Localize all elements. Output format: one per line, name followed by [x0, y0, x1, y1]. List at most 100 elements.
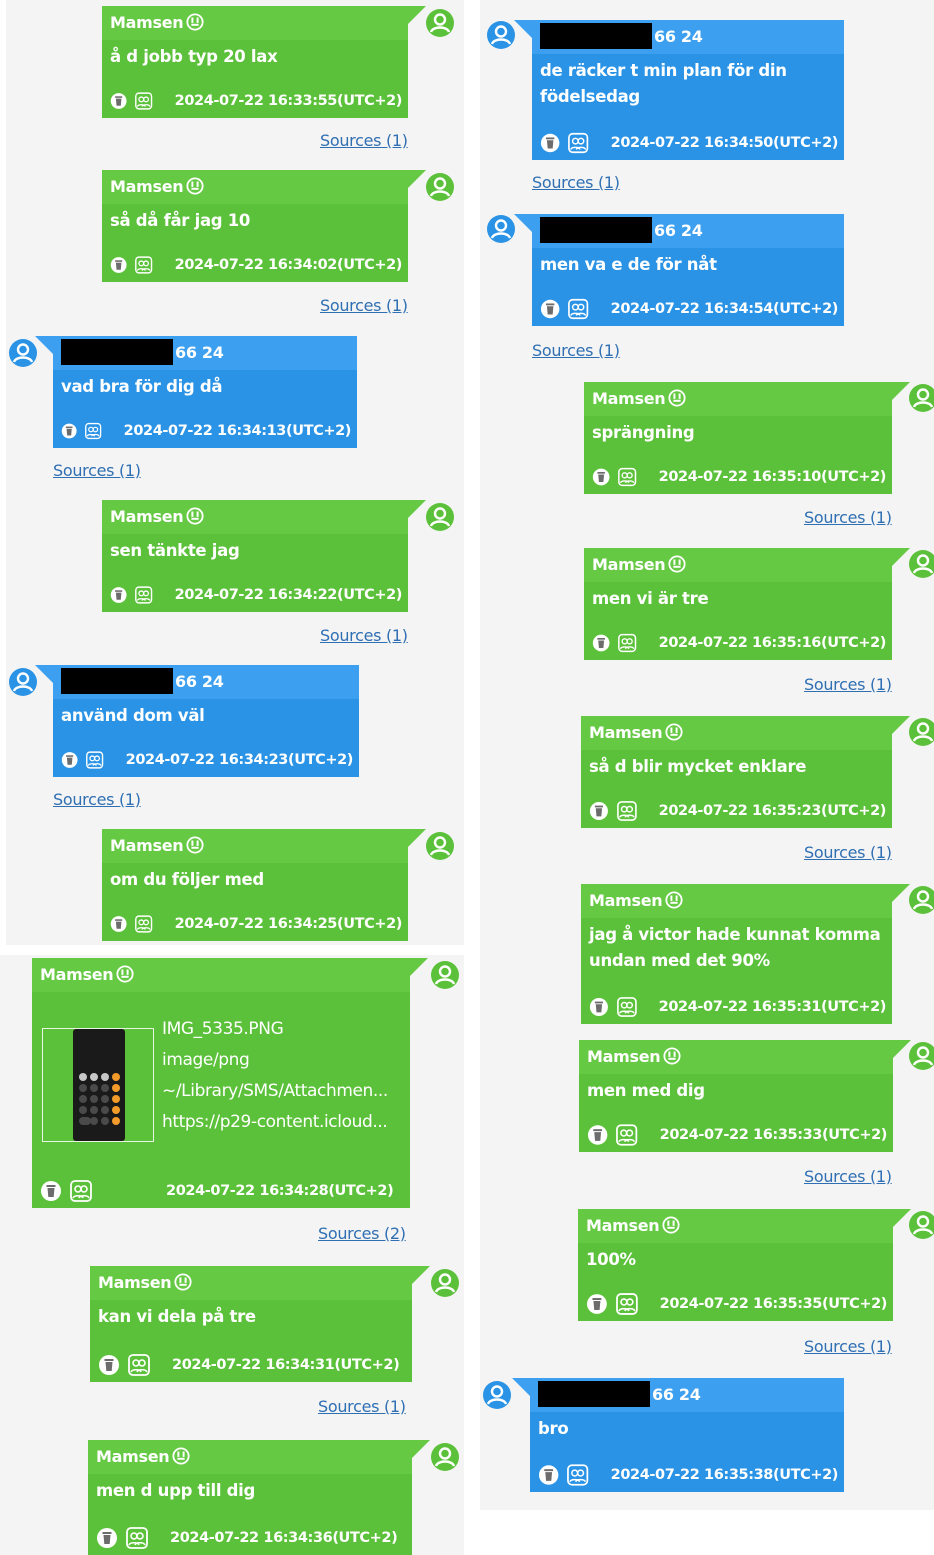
sender-name: Mamsen: [102, 829, 408, 863]
contacts-icon[interactable]: [135, 584, 153, 606]
trash-icon[interactable]: [592, 632, 610, 654]
trash-icon[interactable]: [587, 1124, 608, 1146]
sources-link[interactable]: Sources (1): [320, 296, 408, 315]
trash-icon[interactable]: [589, 800, 609, 822]
contacts-icon[interactable]: [616, 996, 637, 1018]
trash-icon[interactable]: [110, 913, 127, 935]
redacted-name: [540, 216, 652, 243]
sources-link[interactable]: Sources (1): [532, 341, 620, 360]
user-avatar-icon: [426, 9, 454, 37]
trash-icon[interactable]: [538, 1464, 559, 1486]
contacts-icon[interactable]: [128, 1354, 150, 1376]
face-badge-icon: [116, 964, 134, 983]
sources-link[interactable]: Sources (1): [320, 626, 408, 645]
face-badge-icon: [668, 554, 686, 573]
trash-icon[interactable]: [40, 1180, 62, 1202]
message-bubble: Mamsen om du följer med 2024-07-22 16:34…: [102, 829, 426, 941]
sources-link[interactable]: Sources (2): [318, 1224, 406, 1243]
sources-link[interactable]: Sources (1): [320, 131, 408, 150]
message-text: men d upp till dig: [96, 1481, 256, 1500]
sender-label: Mamsen: [110, 13, 184, 32]
sender-name: Mamsen: [584, 382, 892, 416]
sources-link[interactable]: Sources (1): [804, 1337, 892, 1356]
user-avatar-icon: [431, 1269, 459, 1297]
sources-link[interactable]: Sources (1): [804, 508, 892, 527]
face-badge-icon: [186, 12, 204, 31]
message-text: men vi är tre: [592, 589, 709, 608]
user-avatar-icon: [426, 503, 454, 531]
attachment-filename: IMG_5335.PNG: [162, 1019, 284, 1039]
redacted-name: [538, 1380, 650, 1407]
message-bubble: 66 24 bro 2024-07-22 16:35:38(UTC+2): [512, 1378, 844, 1492]
timestamp: 2024-07-22 16:35:23(UTC+2): [658, 803, 887, 819]
contacts-icon[interactable]: [616, 800, 637, 822]
redacted-name: [540, 22, 652, 49]
contacts-icon[interactable]: [135, 90, 153, 112]
message-bubble: Mamsen 100% 2024-07-22 16:35:35(UTC+2): [578, 1209, 911, 1321]
timestamp: 2024-07-22 16:34:28(UTC+2): [166, 1183, 394, 1199]
message-bubble: 66 24 använd dom väl 2024-07-22 16:34:23…: [35, 665, 359, 777]
trash-icon[interactable]: [540, 132, 560, 154]
timestamp: 2024-07-22 16:34:50(UTC+2): [610, 135, 839, 151]
trash-icon[interactable]: [96, 1527, 118, 1549]
trash-icon[interactable]: [540, 298, 560, 320]
contacts-icon[interactable]: [616, 1124, 638, 1146]
contacts-icon[interactable]: [568, 132, 589, 154]
trash-icon[interactable]: [98, 1354, 120, 1376]
user-avatar-icon: [487, 215, 515, 243]
sources-link[interactable]: Sources (1): [532, 173, 620, 192]
sender-label: Mamsen: [98, 1273, 172, 1292]
sources-link[interactable]: Sources (1): [53, 461, 141, 480]
trash-icon[interactable]: [589, 996, 609, 1018]
attachment-url[interactable]: https://p29-content.icloud...: [162, 1107, 388, 1138]
message-bubble: Mamsen men vi är tre 2024-07-22 16:35:16…: [584, 548, 910, 660]
trash-icon[interactable]: [586, 1293, 608, 1315]
sender-label: Mamsen: [587, 1047, 661, 1066]
timestamp: 2024-07-22 16:34:31(UTC+2): [172, 1357, 400, 1373]
trash-icon[interactable]: [61, 420, 77, 442]
sender-label: Mamsen: [40, 965, 114, 984]
message-text: så då får jag 10: [110, 211, 251, 230]
sources-link[interactable]: Sources (1): [804, 1167, 892, 1186]
sender-name: 66 24: [532, 20, 844, 54]
message-text: å d jobb typ 20 lax: [110, 47, 278, 66]
timestamp: 2024-07-22 16:34:36(UTC+2): [170, 1530, 398, 1546]
trash-icon[interactable]: [592, 466, 610, 488]
contacts-icon[interactable]: [615, 1293, 638, 1315]
sender-label: 66 24: [654, 27, 703, 46]
sender-name: 66 24: [532, 214, 844, 248]
contacts-icon[interactable]: [618, 632, 637, 654]
message-text: men va e de för nåt: [540, 255, 717, 274]
trash-icon[interactable]: [110, 90, 127, 112]
sources-link[interactable]: Sources (1): [318, 1397, 406, 1416]
contacts-icon[interactable]: [567, 1464, 589, 1486]
trash-icon[interactable]: [61, 749, 78, 771]
contacts-icon[interactable]: [135, 254, 153, 276]
contacts-icon[interactable]: [70, 1180, 92, 1202]
attachment-mimetype: image/png: [162, 1050, 250, 1070]
timestamp: 2024-07-22 16:35:10(UTC+2): [658, 469, 887, 485]
contacts-icon[interactable]: [618, 466, 637, 488]
sources-link[interactable]: Sources (1): [53, 790, 141, 809]
sources-link[interactable]: Sources (1): [804, 843, 892, 862]
face-badge-icon: [172, 1446, 190, 1465]
contacts-icon[interactable]: [86, 749, 104, 771]
message-bubble: Mamsen så då får jag 10 2024-07-22 16:34…: [102, 170, 426, 282]
message-text: om du följer med: [110, 870, 264, 889]
trash-icon[interactable]: [110, 584, 127, 606]
redacted-name: [61, 338, 173, 365]
face-badge-icon: [186, 835, 204, 854]
sources-link[interactable]: Sources (1): [804, 675, 892, 694]
contacts-icon[interactable]: [85, 420, 102, 442]
message-text: kan vi dela på tre: [98, 1307, 256, 1326]
user-avatar-icon: [431, 961, 459, 989]
contacts-icon[interactable]: [568, 298, 589, 320]
attachment-thumbnail[interactable]: [42, 1028, 154, 1142]
timestamp: 2024-07-22 16:34:02(UTC+2): [174, 257, 403, 273]
trash-icon[interactable]: [110, 254, 127, 276]
user-avatar-icon: [426, 173, 454, 201]
contacts-icon[interactable]: [126, 1527, 148, 1549]
contacts-icon[interactable]: [135, 913, 153, 935]
sender-name: Mamsen: [102, 6, 408, 40]
sender-name: 66 24: [53, 665, 359, 699]
